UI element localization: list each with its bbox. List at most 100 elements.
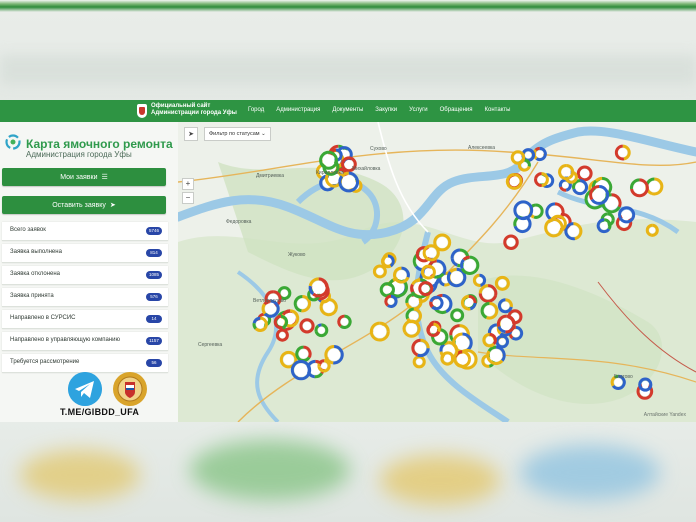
cluster-center bbox=[320, 362, 328, 369]
cluster-center bbox=[575, 182, 585, 192]
status-count-badge: 814 bbox=[146, 249, 162, 257]
cluster-marker[interactable] bbox=[478, 284, 498, 303]
cluster-marker[interactable] bbox=[324, 345, 344, 365]
cluster-center bbox=[312, 280, 326, 294]
cluster-center bbox=[416, 358, 423, 365]
status-label: Требуется рассмотрение bbox=[10, 359, 80, 365]
map-toolbar: ➤ Фильтр по статусам ⌄ bbox=[184, 127, 271, 141]
list-icon: ☰ bbox=[101, 174, 108, 181]
cluster-center bbox=[443, 354, 452, 363]
cluster-center bbox=[547, 221, 561, 234]
cluster-center bbox=[506, 237, 516, 247]
cluster-marker[interactable] bbox=[486, 345, 506, 366]
status-item-sursis[interactable]: Направлено в СУРСИС 14 bbox=[2, 310, 168, 329]
telegram-icon[interactable] bbox=[68, 372, 102, 406]
map-place-label: Кирилловка bbox=[316, 170, 344, 176]
status-filter-dropdown[interactable]: Фильтр по статусам ⌄ bbox=[204, 127, 271, 141]
cluster-marker[interactable] bbox=[393, 266, 410, 284]
cluster-marker[interactable] bbox=[290, 359, 312, 381]
cluster-marker[interactable] bbox=[645, 177, 664, 196]
cluster-center bbox=[277, 318, 285, 326]
navigation-arrow-icon[interactable]: ➤ bbox=[184, 127, 198, 141]
cluster-marker[interactable] bbox=[576, 165, 593, 182]
cluster-center bbox=[424, 268, 433, 277]
cluster-center bbox=[618, 148, 628, 157]
cluster-center bbox=[341, 175, 356, 189]
cluster-center bbox=[302, 321, 312, 331]
status-item-done[interactable]: Заявка выполнена 814 bbox=[2, 244, 168, 263]
cluster-center bbox=[340, 318, 349, 326]
cluster-marker[interactable] bbox=[411, 338, 430, 358]
nav-item-services[interactable]: Услуги bbox=[409, 107, 427, 113]
cluster-center bbox=[633, 181, 646, 194]
zoom-controls: + − bbox=[182, 178, 194, 206]
cluster-marker[interactable] bbox=[295, 345, 312, 363]
cluster-center bbox=[648, 180, 660, 192]
cluster-marker[interactable] bbox=[564, 222, 583, 241]
status-count-badge: 5746 bbox=[146, 227, 162, 235]
cluster-marker[interactable] bbox=[496, 314, 516, 334]
zoom-in-button[interactable]: + bbox=[182, 178, 194, 190]
cluster-center bbox=[498, 279, 507, 288]
cluster-marker[interactable] bbox=[618, 206, 636, 224]
my-requests-button[interactable]: Мои заявки ☰ bbox=[2, 168, 166, 186]
cluster-center bbox=[318, 326, 325, 334]
nav-item-documents[interactable]: Документы bbox=[332, 107, 363, 113]
cluster-center bbox=[387, 298, 395, 305]
cluster-marker[interactable] bbox=[422, 244, 440, 262]
cluster-marker[interactable] bbox=[630, 178, 649, 198]
cluster-marker[interactable] bbox=[601, 193, 622, 214]
cluster-center bbox=[562, 182, 569, 189]
status-count-badge: 576 bbox=[146, 293, 162, 301]
nav-item-administration[interactable]: Администрация bbox=[276, 107, 320, 113]
cluster-marker[interactable] bbox=[480, 301, 499, 320]
site-title[interactable]: Официальный сайт Администрации города Уф… bbox=[151, 103, 241, 117]
nav-item-appeals[interactable]: Обращения bbox=[440, 107, 473, 113]
map-view[interactable]: ➤ Фильтр по статусам ⌄ + − Дмитриевка Ки… bbox=[178, 122, 696, 422]
cluster-center bbox=[567, 225, 579, 237]
cluster-marker[interactable] bbox=[589, 185, 610, 205]
cluster-marker[interactable] bbox=[460, 255, 480, 275]
cluster-marker[interactable] bbox=[572, 179, 589, 196]
status-item-management-company[interactable]: Направлено в управляющую компанию 1157 bbox=[2, 332, 168, 351]
telegram-link[interactable]: T.ME/GIBDD_UFA bbox=[60, 407, 139, 417]
status-item-accepted[interactable]: Заявка принята 576 bbox=[2, 288, 168, 307]
cluster-marker[interactable] bbox=[308, 277, 329, 298]
cluster-marker[interactable] bbox=[369, 321, 390, 342]
cluster-marker[interactable] bbox=[293, 294, 312, 313]
zoom-out-button[interactable]: − bbox=[182, 192, 194, 204]
cluster-ring-segment bbox=[410, 283, 414, 293]
status-item-total[interactable]: Всего заявок 5746 bbox=[2, 222, 168, 241]
cluster-marker[interactable] bbox=[446, 267, 467, 288]
send-request-button[interactable]: Оставить заявку ➤ bbox=[2, 196, 166, 214]
status-count-badge: 56 bbox=[146, 359, 162, 367]
cluster-marker[interactable] bbox=[513, 200, 534, 221]
cluster-center bbox=[256, 320, 265, 329]
cluster-center bbox=[649, 227, 656, 234]
status-item-rejected[interactable]: Заявка отклонена 1085 bbox=[2, 266, 168, 285]
background-blur-top bbox=[0, 0, 696, 100]
cluster-center bbox=[536, 150, 544, 158]
cluster-marker[interactable] bbox=[402, 319, 421, 338]
cluster-ring-segment bbox=[429, 301, 434, 308]
cluster-marker[interactable] bbox=[505, 173, 523, 190]
site-header: Официальный сайт Администрации города Уф… bbox=[0, 100, 696, 122]
cluster-center bbox=[489, 349, 503, 362]
chevron-down-icon: ⌄ bbox=[259, 131, 266, 137]
nav-item-city[interactable]: Город bbox=[248, 107, 264, 113]
city-crest-icon bbox=[137, 104, 147, 118]
cluster-center bbox=[580, 168, 590, 178]
cluster-center bbox=[516, 203, 530, 217]
status-label: Направлено в управляющую компанию bbox=[10, 337, 120, 343]
cluster-center bbox=[421, 284, 430, 293]
cluster-marker[interactable] bbox=[614, 144, 631, 161]
cluster-center bbox=[537, 175, 546, 184]
background-blur-bottom bbox=[0, 420, 696, 522]
cluster-center bbox=[376, 267, 384, 275]
cluster-center bbox=[283, 354, 294, 365]
cluster-marker[interactable] bbox=[544, 217, 564, 238]
map-place-label: Михайловка bbox=[352, 166, 381, 172]
cluster-marker[interactable] bbox=[319, 150, 339, 170]
nav-item-contacts[interactable]: Контакты bbox=[485, 107, 511, 113]
nav-item-procurement[interactable]: Закупки bbox=[375, 107, 397, 113]
